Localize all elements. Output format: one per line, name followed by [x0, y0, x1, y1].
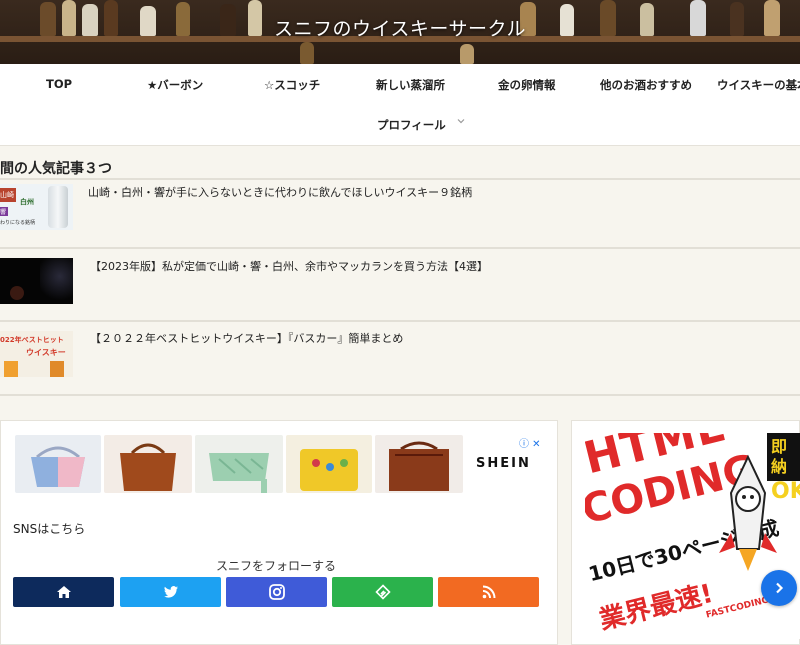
divider: [0, 247, 800, 249]
article-title[interactable]: 【2023年版】私が定価で山崎・響・白州、余市やマッカランを買う方法【4選】: [90, 258, 488, 274]
article-title[interactable]: 【２０２２年ベストヒットウイスキー】『バスカー』簡単まとめ: [90, 330, 403, 346]
nav-item-basics[interactable]: ウイスキーの基本: [717, 77, 800, 93]
article-thumbnail[interactable]: [0, 258, 73, 304]
banner-side-text: OK: [771, 479, 800, 504]
section-title: 間の人気記事３つ: [0, 161, 112, 177]
chevron-down-icon[interactable]: [456, 116, 466, 126]
banner-side-text: 即納: [767, 433, 800, 481]
instagram-button[interactable]: [226, 577, 327, 607]
home-button[interactable]: [13, 577, 114, 607]
ad-product-image[interactable]: [104, 435, 192, 493]
site-header: スニフのウイスキーサークル: [0, 0, 800, 64]
twitter-button[interactable]: [120, 577, 221, 607]
divider: [0, 320, 800, 322]
thumb-label: 山崎: [0, 188, 16, 202]
thumb-label: 響: [0, 207, 8, 216]
nav-item-golden-egg[interactable]: 金の卵情報: [498, 77, 556, 93]
nav-item-scotch[interactable]: ☆スコッチ: [264, 77, 320, 93]
ad-product-image[interactable]: [195, 435, 283, 493]
nav-item-other-drinks[interactable]: 他のお酒おすすめ: [600, 77, 692, 93]
nav-item-bourbon[interactable]: ★バーボン: [147, 77, 203, 93]
ad-product-image[interactable]: [375, 435, 463, 493]
banner-text: 業界最速!: [596, 578, 717, 636]
twitter-icon: [163, 586, 178, 598]
article-thumbnail[interactable]: 022年ベストヒット ウイスキー: [0, 331, 73, 377]
feedly-button[interactable]: [332, 577, 433, 607]
divider: [0, 394, 800, 396]
article-title[interactable]: 山崎・白州・響が手に入らないときに代わりに飲んでほしいウイスキー９銘柄: [88, 184, 472, 200]
chevron-right-icon: [776, 582, 784, 594]
ad-product-image[interactable]: [286, 435, 372, 493]
bottle-image: [4, 361, 18, 377]
glass-image: [10, 286, 24, 300]
sns-heading: SNSはこちら: [13, 522, 86, 536]
thumb-label: わりになる銘柄: [0, 220, 36, 226]
ad-brand[interactable]: SHEIN: [476, 456, 531, 471]
feedly-icon: [374, 584, 391, 600]
instagram-icon: [268, 584, 285, 600]
nav-item-top[interactable]: TOP: [46, 77, 72, 91]
global-nav: TOP ★バーボン ☆スコッチ 新しい蒸溜所 金の卵情報 他のお酒おすすめ ウイ…: [0, 64, 800, 146]
ad-product-image[interactable]: [15, 435, 101, 493]
rss-icon: [482, 585, 495, 599]
banner-text: FASTCODING: [705, 595, 771, 621]
home-icon: [56, 586, 71, 598]
bottle-decoration: [460, 44, 474, 64]
rss-button[interactable]: [438, 577, 539, 607]
nav-item-profile[interactable]: プロフィール: [377, 117, 446, 133]
coding-ad-banner[interactable]: HTML CODING 10日で30ページ作成 業界最速! FASTCODING…: [585, 433, 800, 639]
bottle-decoration: [300, 42, 314, 64]
thumb-label: ウイスキー: [26, 348, 66, 357]
bottle-image: [50, 361, 64, 377]
thumb-label: 022年ベストヒット: [0, 336, 64, 344]
nav-item-new-distillery[interactable]: 新しい蒸溜所: [376, 77, 445, 93]
follow-label: スニフをフォローする: [215, 559, 336, 573]
bottle-image: [48, 186, 68, 228]
thumb-label: 白州: [20, 198, 34, 206]
scroll-next-button[interactable]: [761, 570, 797, 606]
site-title[interactable]: スニフのウイスキーサークル: [0, 14, 800, 41]
ad-choices-icon[interactable]: ⓘ ✕: [519, 435, 541, 450]
divider: [0, 178, 800, 180]
article-thumbnail[interactable]: 山崎 白州 響 わりになる銘柄: [0, 184, 73, 230]
dark-image: [40, 258, 73, 304]
